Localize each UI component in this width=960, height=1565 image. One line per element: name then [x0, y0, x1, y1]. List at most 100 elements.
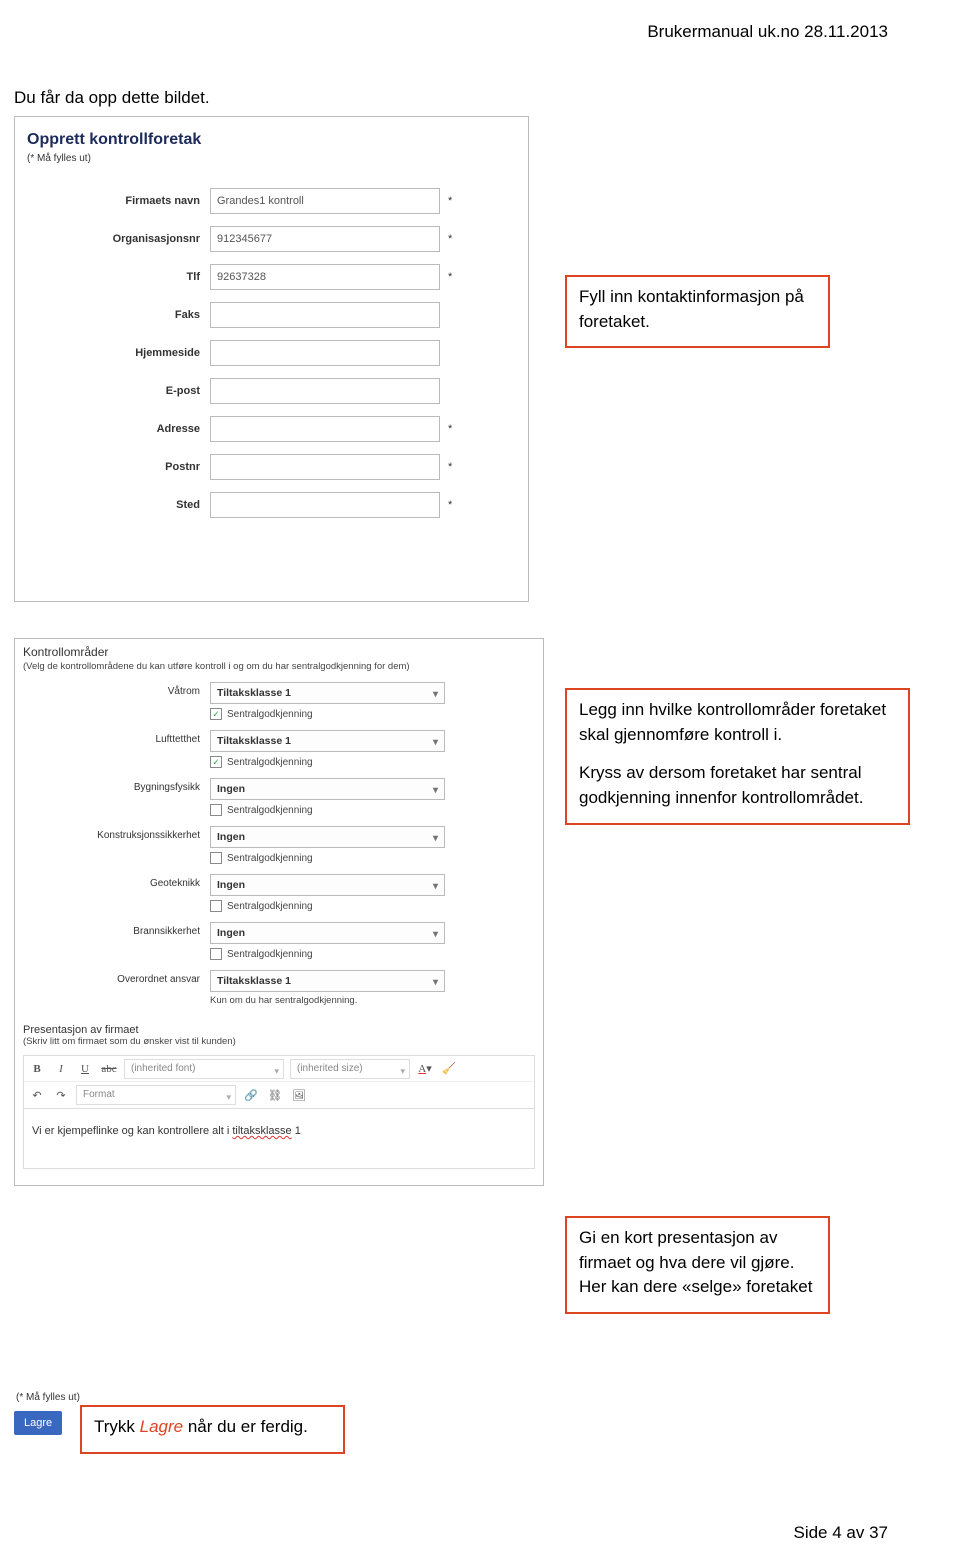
editor-text-pre: Vi er kjempeflinke og kan kontrollere al… — [32, 1125, 232, 1137]
area-select-lufttetthet[interactable]: Tiltaksklasse 1 — [210, 730, 445, 752]
field-row-faks: Faks — [15, 296, 528, 334]
postnr-input[interactable] — [210, 454, 440, 480]
checkbox-label: Sentralgodkjenning — [227, 709, 313, 720]
field-row-organisasjonsnr: Organisasjonsnr * — [15, 220, 528, 258]
area-label: Geoteknikk — [15, 874, 210, 889]
checkbox-label: Sentralgodkjenning — [227, 805, 313, 816]
field-label: E-post — [15, 385, 210, 397]
intro-text: Du får da opp dette bildet. — [14, 88, 210, 108]
field-label: Sted — [15, 499, 210, 511]
field-row-tlf: Tlf * — [15, 258, 528, 296]
callout-para-2: Kryss av dersom foretaket har sentral go… — [579, 761, 896, 810]
section-sub: (Velg de kontrollområdene du kan utføre … — [15, 661, 543, 672]
area-label: Bygningsfysikk — [15, 778, 210, 793]
checkbox-label: Sentralgodkjenning — [227, 757, 313, 768]
link-icon[interactable]: 🔗 — [242, 1086, 260, 1104]
callout-para-1: Legg inn hvilke kontrollområder foretake… — [579, 698, 896, 747]
bold-icon[interactable]: B — [28, 1060, 46, 1078]
area-row-overordnet-ansvar: Overordnet ansvar Tiltaksklasse 1 Kun om… — [15, 960, 543, 1006]
image-icon[interactable]: 🖼 — [290, 1086, 308, 1104]
field-label: Faks — [15, 309, 210, 321]
document-header: Brukermanual uk.no 28.11.2013 — [647, 22, 888, 42]
redo-icon[interactable]: ↷ — [52, 1086, 70, 1104]
field-label: Adresse — [15, 423, 210, 435]
create-company-panel: Opprett kontrollforetak (* Må fylles ut)… — [14, 116, 529, 602]
required-star: * — [440, 499, 452, 511]
undo-icon[interactable]: ↶ — [28, 1086, 46, 1104]
clear-format-icon[interactable]: 🧹 — [440, 1060, 458, 1078]
required-star: * — [440, 461, 452, 473]
underline-icon[interactable]: U — [76, 1060, 94, 1078]
control-areas-panel: Kontrollområder (Velg de kontrollområden… — [14, 638, 544, 1186]
font-select[interactable]: (inherited font) — [124, 1059, 284, 1079]
sentralgodkjenning-checkbox[interactable] — [210, 756, 222, 768]
sentralgodkjenning-checkbox[interactable] — [210, 900, 222, 912]
checkbox-label: Sentralgodkjenning — [227, 949, 313, 960]
field-row-epost: E-post — [15, 372, 528, 410]
area-label: Brannsikkerhet — [15, 922, 210, 937]
required-star: * — [440, 195, 452, 207]
format-select[interactable]: Format — [76, 1085, 236, 1105]
area-label: Lufttetthet — [15, 730, 210, 745]
section-title: Kontrollområder — [15, 639, 543, 661]
page-footer: Side 4 av 37 — [793, 1523, 888, 1543]
editor-text-typo: tiltaksklasse — [232, 1125, 291, 1137]
callout-control-areas: Legg inn hvilke kontrollområder foretake… — [565, 688, 910, 825]
field-row-firmaets-navn: Firmaets navn * — [15, 182, 528, 220]
area-select-bygningsfysikk[interactable]: Ingen — [210, 778, 445, 800]
area-select-brannsikkerhet[interactable]: Ingen — [210, 922, 445, 944]
area-row-lufttetthet: Lufttetthet Tiltaksklasse 1 Sentralgodkj… — [15, 720, 543, 768]
field-label: Firmaets navn — [15, 195, 210, 207]
text-color-icon[interactable]: A▾ — [416, 1060, 434, 1078]
field-row-hjemmeside: Hjemmeside — [15, 334, 528, 372]
required-legend: (* Må fylles ut) — [14, 1392, 80, 1403]
tlf-input[interactable] — [210, 264, 440, 290]
area-row-vatrom: Våtrom Tiltaksklasse 1 Sentralgodkjennin… — [15, 672, 543, 720]
field-row-sted: Sted * — [15, 486, 528, 524]
area-label: Konstruksjonssikkerhet — [15, 826, 210, 841]
area-label: Våtrom — [15, 682, 210, 697]
area-row-brannsikkerhet: Brannsikkerhet Ingen Sentralgodkjenning — [15, 912, 543, 960]
callout-contact-info: Fyll inn kontaktinformasjon på foretaket… — [565, 275, 830, 348]
save-area: (* Må fylles ut) Lagre — [14, 1392, 80, 1435]
area-row-geoteknikk: Geoteknikk Ingen Sentralgodkjenning — [15, 864, 543, 912]
sentralgodkjenning-checkbox[interactable] — [210, 804, 222, 816]
field-row-adresse: Adresse * — [15, 410, 528, 448]
callout-save: Trykk Lagre når du er ferdig. — [80, 1405, 345, 1454]
panel-title: Opprett kontrollforetak — [15, 117, 528, 153]
strike-icon[interactable]: abc — [100, 1060, 118, 1078]
sentralgodkjenning-checkbox[interactable] — [210, 852, 222, 864]
callout-presentation: Gi en kort presentasjon av firmaet og hv… — [565, 1216, 830, 1314]
required-star: * — [440, 233, 452, 245]
required-star: * — [440, 271, 452, 283]
epost-input[interactable] — [210, 378, 440, 404]
area-select-geoteknikk[interactable]: Ingen — [210, 874, 445, 896]
organisasjonsnr-input[interactable] — [210, 226, 440, 252]
callout-save-pre: Trykk — [94, 1417, 140, 1436]
checkbox-label: Sentralgodkjenning — [227, 853, 313, 864]
firmaets-navn-input[interactable] — [210, 188, 440, 214]
rich-text-editor[interactable]: Vi er kjempeflinke og kan kontrollere al… — [23, 1109, 535, 1169]
sted-input[interactable] — [210, 492, 440, 518]
field-label: Organisasjonsnr — [15, 233, 210, 245]
field-label: Tlf — [15, 271, 210, 283]
size-select[interactable]: (inherited size) — [290, 1059, 410, 1079]
presentation-sub: (Skriv litt om firmaet som du ønsker vis… — [15, 1036, 543, 1047]
faks-input[interactable] — [210, 302, 440, 328]
unlink-icon[interactable]: ⛓ — [266, 1086, 284, 1104]
area-select-konstruksjonssikkerhet[interactable]: Ingen — [210, 826, 445, 848]
callout-save-post: når du er ferdig. — [183, 1417, 308, 1436]
sentralgodkjenning-checkbox[interactable] — [210, 708, 222, 720]
callout-save-em: Lagre — [140, 1417, 183, 1436]
area-select-overordnet-ansvar[interactable]: Tiltaksklasse 1 — [210, 970, 445, 992]
required-legend: (* Må fylles ut) — [15, 153, 528, 164]
presentation-title: Presentasjon av firmaet — [15, 1006, 543, 1036]
sentralgodkjenning-checkbox[interactable] — [210, 948, 222, 960]
italic-icon[interactable]: I — [52, 1060, 70, 1078]
required-star: * — [440, 423, 452, 435]
save-button[interactable]: Lagre — [14, 1411, 62, 1435]
hjemmeside-input[interactable] — [210, 340, 440, 366]
adresse-input[interactable] — [210, 416, 440, 442]
area-select-vatrom[interactable]: Tiltaksklasse 1 — [210, 682, 445, 704]
field-row-postnr: Postnr * — [15, 448, 528, 486]
